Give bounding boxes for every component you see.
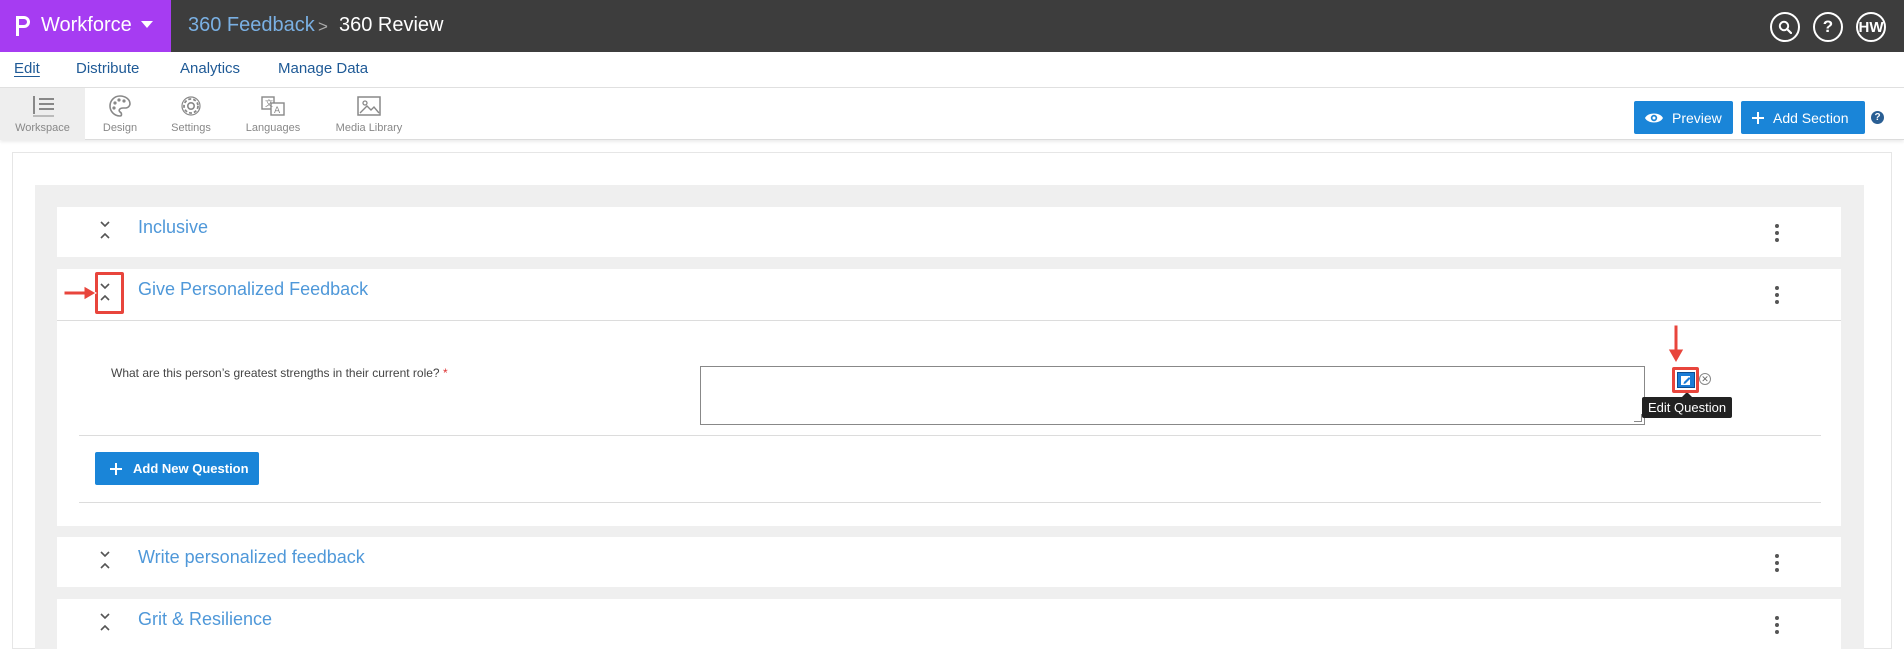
expand-collapse-icon[interactable] — [97, 611, 113, 633]
section-footer-divider — [79, 502, 1821, 503]
answer-textarea[interactable] — [700, 366, 1645, 425]
add-section-label: Add Section — [1773, 109, 1849, 126]
section-header-divider — [57, 320, 1841, 321]
breadcrumb-parent[interactable]: 360 Feedback — [188, 14, 315, 37]
question-divider — [79, 435, 1821, 436]
remove-question-button[interactable]: ✕ — [1699, 373, 1711, 385]
tool-media-library[interactable]: Media Library — [330, 88, 408, 140]
help-icon: ? — [1822, 17, 1834, 36]
help-icon[interactable]: ? — [1871, 111, 1884, 124]
user-avatar[interactable]: HW — [1856, 12, 1886, 42]
highlight-box-toggle — [95, 272, 124, 314]
palette-icon — [109, 95, 131, 117]
help-button[interactable]: ? — [1813, 12, 1843, 42]
section-card: Grit & Resilience — [57, 599, 1841, 649]
required-marker: * — [442, 366, 448, 380]
section-card: Write personalized feedback — [57, 537, 1841, 587]
tool-design-label: Design — [102, 122, 138, 134]
translate-icon: 文 A — [261, 96, 285, 116]
more-options-icon[interactable] — [1775, 616, 1779, 634]
expand-collapse-icon[interactable] — [97, 219, 113, 241]
svg-text:A: A — [274, 106, 281, 116]
secondary-nav: Edit Distribute Analytics Manage Data — [0, 52, 1904, 88]
more-options-icon[interactable] — [1775, 224, 1779, 242]
section-header: Grit & Resilience — [57, 599, 1841, 649]
search-icon — [1778, 20, 1792, 34]
gear-icon — [181, 96, 201, 116]
close-icon: ✕ — [1701, 373, 1709, 384]
tool-media-library-label: Media Library — [335, 122, 403, 134]
section-header: Write personalized feedback — [57, 537, 1841, 587]
section-header: Inclusive — [57, 207, 1841, 257]
avatar-initials: HW — [1858, 18, 1884, 36]
annotation-arrow-down-icon — [1667, 324, 1685, 365]
tool-settings-label: Settings — [171, 122, 211, 134]
product-switcher[interactable]: Workforce — [0, 0, 171, 52]
editor-toolbar: Workspace Design Settings 文 A Languages — [0, 88, 1904, 140]
section-card: Inclusive — [57, 207, 1841, 257]
page-title: 360 Review — [339, 14, 444, 36]
tool-workspace[interactable]: Workspace — [0, 88, 85, 140]
tool-settings[interactable]: Settings — [165, 88, 217, 140]
add-section-button[interactable]: Add Section — [1741, 101, 1865, 134]
resize-grip-icon[interactable] — [1634, 414, 1642, 422]
add-new-question-button[interactable]: Add New Question — [95, 452, 259, 485]
preview-label: Preview — [1672, 109, 1722, 126]
section-title[interactable]: Write personalized feedback — [138, 547, 365, 568]
tool-languages[interactable]: 文 A Languages — [240, 88, 306, 140]
image-icon — [357, 96, 381, 116]
tab-analytics[interactable]: Analytics — [180, 60, 240, 77]
question-label: What are this person’s greatest strength… — [111, 366, 440, 380]
brand-name: Workforce — [41, 14, 132, 36]
add-new-question-label: Add New Question — [133, 461, 249, 476]
top-bar: Workforce 360 Feedback > 360 Review ? HW — [0, 0, 1904, 52]
section-title[interactable]: Grit & Resilience — [138, 609, 272, 630]
tool-design[interactable]: Design — [92, 88, 148, 140]
search-button[interactable] — [1770, 12, 1800, 42]
tab-edit[interactable]: Edit — [14, 60, 40, 77]
annotation-arrow-right-icon — [63, 285, 97, 301]
question-text: What are this person’s greatest strength… — [111, 366, 448, 380]
caret-down-icon — [141, 21, 153, 28]
tab-distribute[interactable]: Distribute — [76, 60, 139, 77]
edit-question-tooltip: Edit Question — [1642, 392, 1733, 418]
workspace-icon — [32, 96, 54, 117]
tool-languages-label: Languages — [245, 122, 301, 134]
more-options-icon[interactable] — [1775, 554, 1779, 572]
expand-collapse-icon[interactable] — [97, 549, 113, 571]
plus-icon — [110, 462, 122, 475]
brand-logo-icon — [16, 16, 30, 36]
section-header: Give Personalized Feedback — [57, 269, 1841, 319]
eye-icon — [1645, 113, 1663, 122]
tab-manage-data[interactable]: Manage Data — [278, 60, 368, 77]
more-options-icon[interactable] — [1775, 286, 1779, 304]
preview-button[interactable]: Preview — [1634, 101, 1733, 134]
help-glyph: ? — [1874, 112, 1881, 123]
section-title[interactable]: Inclusive — [138, 217, 208, 238]
plus-icon — [1752, 111, 1764, 124]
highlight-box-edit-question — [1672, 367, 1699, 393]
breadcrumb-separator: > — [318, 17, 328, 36]
svg-text:文: 文 — [265, 98, 273, 108]
tool-workspace-label: Workspace — [15, 122, 70, 134]
section-title[interactable]: Give Personalized Feedback — [138, 279, 368, 300]
